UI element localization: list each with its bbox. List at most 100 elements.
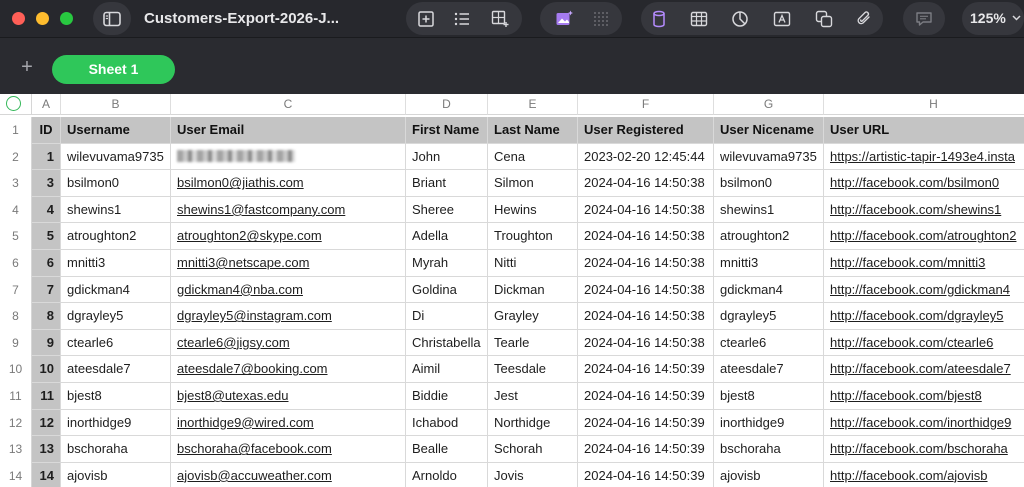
document-title[interactable]: Customers-Export-2026-J... bbox=[144, 10, 372, 28]
table-cell[interactable]: Tearle bbox=[488, 329, 578, 357]
table-cell[interactable]: Nitti bbox=[488, 250, 578, 277]
table-cell[interactable]: shewins1@fastcompany.com bbox=[171, 196, 406, 224]
table-cell[interactable]: ajovisb@accuweather.com bbox=[171, 462, 406, 487]
table-cell[interactable]: dgrayley5@instagram.com bbox=[171, 303, 406, 330]
row-header[interactable]: 12 bbox=[0, 409, 32, 437]
table-cell[interactable]: 2024-04-16 14:50:38 bbox=[578, 329, 714, 357]
table-cell[interactable]: ateesdale7 bbox=[714, 356, 824, 383]
column-header-d[interactable]: D bbox=[406, 94, 488, 115]
table-cell[interactable]: 4 bbox=[32, 196, 61, 224]
row-header[interactable]: 14 bbox=[0, 462, 32, 487]
table-cell[interactable]: 1 bbox=[32, 143, 61, 171]
table-cell[interactable]: inorthidge9 bbox=[714, 409, 824, 437]
table-cell[interactable]: http://facebook.com/atroughton2 bbox=[824, 223, 1024, 250]
table-cell[interactable]: Aimil bbox=[406, 356, 488, 383]
header-cell[interactable]: User Nicename bbox=[714, 117, 824, 144]
table-cell[interactable]: ajovisb bbox=[714, 462, 824, 487]
table-cell[interactable]: Di bbox=[406, 303, 488, 330]
table-cell[interactable]: 2024-04-16 14:50:38 bbox=[578, 170, 714, 197]
header-cell[interactable]: First Name bbox=[406, 117, 488, 144]
table-cell[interactable]: http://facebook.com/shewins1 bbox=[824, 197, 1024, 224]
list-icon[interactable] bbox=[449, 6, 475, 32]
table-cell[interactable]: 9 bbox=[32, 329, 61, 357]
table-cell[interactable]: gdickman4@nba.com bbox=[171, 276, 406, 304]
table-cell[interactable]: ateesdale7@booking.com bbox=[171, 356, 406, 383]
close-window-button[interactable] bbox=[12, 12, 25, 25]
table-cell[interactable]: atroughton2 bbox=[61, 223, 171, 250]
table-cell[interactable]: Adella bbox=[406, 223, 488, 250]
table-cell[interactable]: http://facebook.com/ctearle6 bbox=[824, 330, 1024, 357]
table-cell[interactable]: inorthidge9 bbox=[61, 409, 171, 437]
column-header-f[interactable]: F bbox=[578, 94, 714, 115]
table-cell[interactable]: mnitti3 bbox=[61, 250, 171, 277]
row-header[interactable]: 6 bbox=[0, 250, 32, 277]
table-cell[interactable]: http://facebook.com/dgrayley5 bbox=[824, 303, 1024, 330]
table-cell[interactable]: mnitti3@netscape.com bbox=[171, 250, 406, 277]
table-cell[interactable]: 2024-04-16 14:50:38 bbox=[578, 250, 714, 277]
table-cell[interactable]: Jest bbox=[488, 383, 578, 410]
table-cell[interactable]: shewins1 bbox=[714, 196, 824, 224]
table-cell[interactable]: bjest8@utexas.edu bbox=[171, 383, 406, 410]
row-header[interactable]: 10 bbox=[0, 356, 32, 383]
column-header-b[interactable]: B bbox=[61, 94, 171, 115]
table-cell[interactable]: Myrah bbox=[406, 250, 488, 277]
table-cell[interactable]: dgrayley5 bbox=[714, 303, 824, 330]
table-cell[interactable]: wilevuvama9735 bbox=[61, 143, 171, 171]
table-icon[interactable] bbox=[686, 6, 712, 32]
table-cell[interactable]: 7 bbox=[32, 276, 61, 304]
table-cell[interactable]: Goldina bbox=[406, 276, 488, 304]
table-cell[interactable]: http://facebook.com/bjest8 bbox=[824, 383, 1024, 410]
table-cell[interactable]: 2024-04-16 14:50:38 bbox=[578, 223, 714, 250]
table-cell[interactable]: 2024-04-16 14:50:38 bbox=[578, 276, 714, 304]
table-cell[interactable]: http://facebook.com/mnitti3 bbox=[824, 250, 1024, 277]
table-cell[interactable]: atroughton2@skype.com bbox=[171, 223, 406, 250]
spreadsheet-grid[interactable]: ABCDEFGH 1 ID Username User Email First Name… bbox=[0, 94, 1024, 487]
column-header-e[interactable]: E bbox=[488, 94, 578, 115]
table-add-icon[interactable] bbox=[487, 6, 513, 32]
table-cell[interactable]: Hewins bbox=[488, 196, 578, 224]
table-cell[interactable]: 5 bbox=[32, 223, 61, 250]
table-cell[interactable]: http://facebook.com/inorthidge9 bbox=[824, 410, 1024, 437]
minimize-window-button[interactable] bbox=[36, 12, 49, 25]
table-cell[interactable]: Bealle bbox=[406, 436, 488, 463]
header-cell[interactable]: Username bbox=[61, 117, 171, 144]
table-cell[interactable]: ctearle6 bbox=[61, 329, 171, 357]
table-cell[interactable]: Schorah bbox=[488, 436, 578, 463]
row-header[interactable]: 1 bbox=[0, 117, 32, 144]
table-cell[interactable]: gdickman4 bbox=[714, 276, 824, 304]
table-cell[interactable]: Briant bbox=[406, 170, 488, 197]
table-cell[interactable]: bschoraha@facebook.com bbox=[171, 436, 406, 463]
attachment-icon[interactable] bbox=[851, 6, 877, 32]
row-header[interactable]: 4 bbox=[0, 196, 32, 224]
table-cell[interactable]: 14 bbox=[32, 462, 61, 487]
table-cell[interactable] bbox=[171, 143, 406, 171]
table-cell[interactable]: 2024-04-16 14:50:39 bbox=[578, 436, 714, 463]
column-header-c[interactable]: C bbox=[171, 94, 406, 115]
table-cell[interactable]: 11 bbox=[32, 383, 61, 410]
table-cell[interactable]: Arnoldo bbox=[406, 462, 488, 487]
table-cell[interactable]: bjest8 bbox=[714, 383, 824, 410]
sidebar-icon[interactable] bbox=[99, 6, 125, 32]
comment-icon[interactable] bbox=[911, 6, 937, 32]
table-cell[interactable]: bschoraha bbox=[61, 436, 171, 463]
chart-icon[interactable] bbox=[727, 6, 753, 32]
table-cell[interactable]: 3 bbox=[32, 170, 61, 197]
text-box-icon[interactable] bbox=[769, 6, 795, 32]
table-cell[interactable]: 2023-02-20 12:45:44 bbox=[578, 143, 714, 171]
table-cell[interactable]: Teesdale bbox=[488, 356, 578, 383]
table-cell[interactable]: dgrayley5 bbox=[61, 303, 171, 330]
table-cell[interactable]: wilevuvama9735 bbox=[714, 143, 824, 171]
table-cell[interactable]: https://artistic-tapir-1493e4.insta bbox=[824, 144, 1024, 171]
header-cell[interactable]: User Registered bbox=[578, 117, 714, 144]
table-cell[interactable]: Northidge bbox=[488, 409, 578, 437]
table-cell[interactable]: bsilmon0 bbox=[714, 170, 824, 197]
table-cell[interactable]: Cena bbox=[488, 143, 578, 171]
table-cell[interactable]: inorthidge9@wired.com bbox=[171, 409, 406, 437]
table-cell[interactable]: 13 bbox=[32, 436, 61, 463]
zoom-level[interactable]: 125% bbox=[970, 10, 1006, 26]
header-cell[interactable]: User URL bbox=[824, 117, 1024, 144]
table-cell[interactable]: 10 bbox=[32, 356, 61, 383]
table-cell[interactable]: 2024-04-16 14:50:39 bbox=[578, 462, 714, 487]
table-cell[interactable]: bsilmon0 bbox=[61, 170, 171, 197]
column-header-g[interactable]: G bbox=[714, 94, 824, 115]
